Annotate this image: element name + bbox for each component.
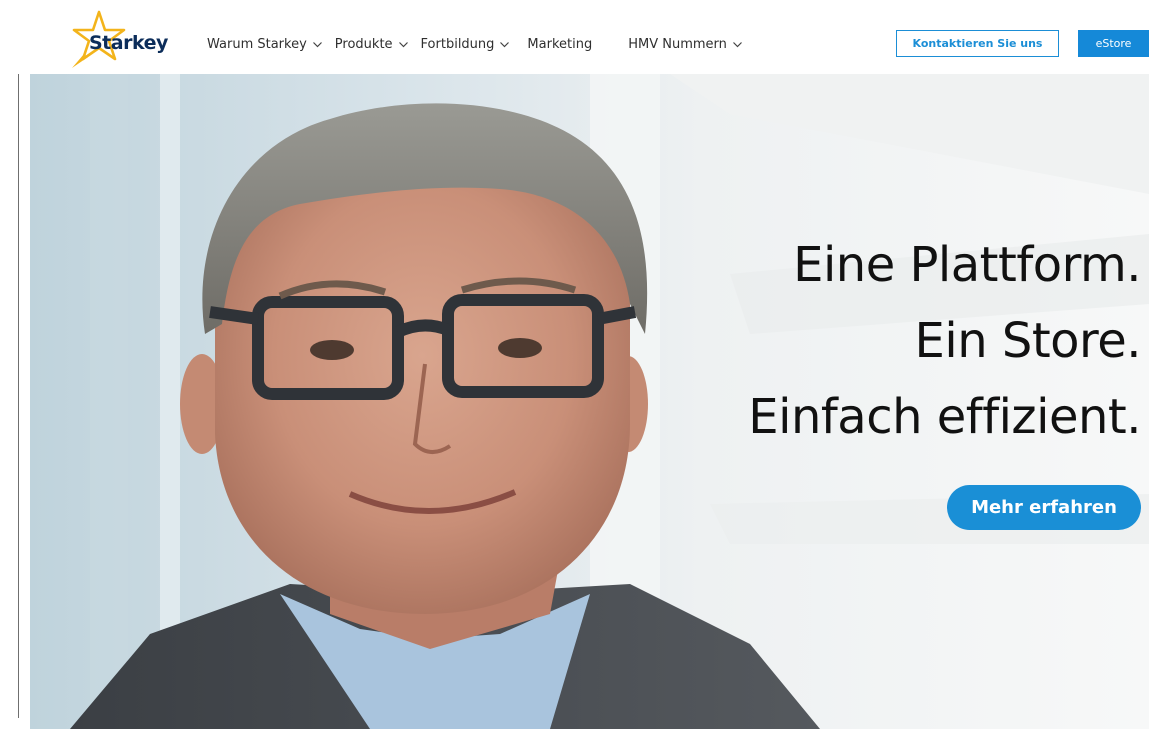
nav-item-produkte[interactable]: Produkte — [335, 37, 409, 52]
nav-item-hmv-nummern[interactable]: HMV Nummern — [628, 37, 743, 52]
chevron-down-icon — [500, 41, 510, 47]
headline-line-3: Einfach effizient. — [748, 389, 1141, 445]
divider — [18, 74, 19, 718]
chevron-down-icon — [732, 41, 742, 47]
nav-item-label: Marketing — [527, 36, 593, 52]
nav-item-label: Fortbildung — [420, 36, 495, 52]
nav-item-fortbildung[interactable]: Fortbildung — [421, 37, 511, 52]
hero-headline: Eine Plattform. Ein Store. Einfach effiz… — [748, 227, 1141, 455]
nav-item-marketing[interactable]: Marketing — [527, 37, 592, 52]
headline-line-1: Eine Plattform. — [793, 237, 1141, 293]
hero-banner: Eine Plattform. Ein Store. Einfach effiz… — [30, 74, 1149, 729]
nav-item-label: HMV Nummern — [628, 36, 727, 52]
nav-item-label: Warum Starkey — [207, 36, 307, 52]
nav-item-warum-starkey[interactable]: Warum Starkey — [207, 37, 323, 52]
site-header: Starkey Warum Starkey Produkte Fortbildu… — [0, 0, 1149, 74]
headline-line-2: Ein Store. — [914, 313, 1142, 369]
contact-button[interactable]: Kontaktieren Sie uns — [896, 30, 1059, 57]
learn-more-button[interactable]: Mehr erfahren — [947, 485, 1141, 530]
logo-wordmark: Starkey — [89, 32, 168, 54]
chevron-down-icon — [398, 41, 408, 47]
nav-item-label: Produkte — [334, 36, 393, 52]
estore-button[interactable]: eStore — [1078, 30, 1149, 57]
chevron-down-icon — [312, 41, 322, 47]
starkey-logo[interactable]: Starkey — [64, 10, 174, 72]
main-nav: Warum Starkey Produkte Fortbildung Marke… — [207, 34, 743, 54]
